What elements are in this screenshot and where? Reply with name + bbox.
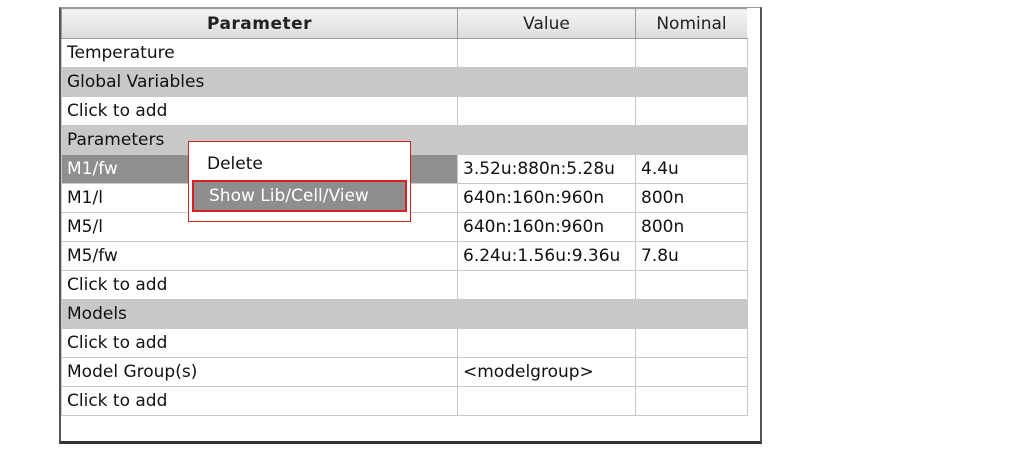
click-to-add[interactable]: Click to add: [61, 386, 458, 416]
add-row-model-groups[interactable]: Click to add: [61, 386, 748, 416]
modelgroup-value-field[interactable]: <modelgroup>: [457, 357, 636, 387]
cell-nominal[interactable]: 7.8u: [635, 241, 748, 271]
cell-value: [457, 67, 636, 97]
cell-nominal: [635, 67, 748, 97]
cell-value[interactable]: 6.24u:1.56u:9.36u: [457, 241, 636, 271]
header-corner: [747, 8, 760, 38]
add-row-models[interactable]: Click to add: [61, 328, 748, 358]
table-row-model-groups[interactable]: Model Group(s) <modelgroup>: [61, 357, 748, 387]
parameters-table-panel: Parameter Value Nominal Temperature Glob…: [59, 7, 762, 444]
section-row-global-variables[interactable]: Global Variables: [61, 67, 748, 97]
cell-value[interactable]: [457, 38, 636, 68]
menu-item-show-lib-cell-view[interactable]: Show Lib/Cell/View: [192, 180, 407, 212]
section-label: Global Variables: [61, 67, 458, 97]
table-row-temperature[interactable]: Temperature: [61, 38, 748, 68]
cell-value: [457, 299, 636, 329]
column-header-nominal[interactable]: Nominal: [635, 8, 748, 39]
section-label: Models: [61, 299, 458, 329]
cell-value[interactable]: 640n:160n:960n: [457, 183, 636, 213]
cell-nominal[interactable]: [635, 38, 748, 68]
click-to-add[interactable]: Click to add: [61, 96, 458, 126]
add-row-global-variables[interactable]: Click to add: [61, 96, 748, 126]
cell-parameter[interactable]: M5/fw: [61, 241, 458, 271]
column-header-parameter[interactable]: Parameter: [61, 8, 458, 39]
column-header-value[interactable]: Value: [457, 8, 636, 39]
cell-parameter[interactable]: Temperature: [61, 38, 458, 68]
table-row-m5-fw[interactable]: M5/fw 6.24u:1.56u:9.36u 7.8u: [61, 241, 748, 271]
cell-value[interactable]: [457, 270, 636, 300]
cell-nominal[interactable]: [635, 328, 748, 358]
cell-value: [457, 125, 636, 155]
cell-value[interactable]: [457, 328, 636, 358]
cell-nominal: [635, 299, 748, 329]
cell-nominal[interactable]: 800n: [635, 183, 748, 213]
menu-item-delete[interactable]: Delete: [192, 148, 407, 180]
cell-nominal[interactable]: [635, 96, 748, 126]
cell-nominal[interactable]: 4.4u: [635, 154, 748, 184]
table-header-row: Parameter Value Nominal: [61, 8, 748, 39]
cell-value[interactable]: [457, 386, 636, 416]
section-row-models[interactable]: Models: [61, 299, 748, 329]
cell-nominal[interactable]: [635, 386, 748, 416]
cell-value[interactable]: 640n:160n:960n: [457, 212, 636, 242]
click-to-add[interactable]: Click to add: [61, 270, 458, 300]
cell-nominal: [635, 125, 748, 155]
cell-value[interactable]: [457, 96, 636, 126]
cell-nominal[interactable]: [635, 357, 748, 387]
cell-parameter[interactable]: Model Group(s): [61, 357, 458, 387]
cell-value[interactable]: 3.52u:880n:5.28u: [457, 154, 636, 184]
cell-nominal[interactable]: 800n: [635, 212, 748, 242]
context-menu: Delete Show Lib/Cell/View: [188, 141, 411, 222]
add-row-parameters[interactable]: Click to add: [61, 270, 748, 300]
click-to-add[interactable]: Click to add: [61, 328, 458, 358]
cell-nominal[interactable]: [635, 270, 748, 300]
